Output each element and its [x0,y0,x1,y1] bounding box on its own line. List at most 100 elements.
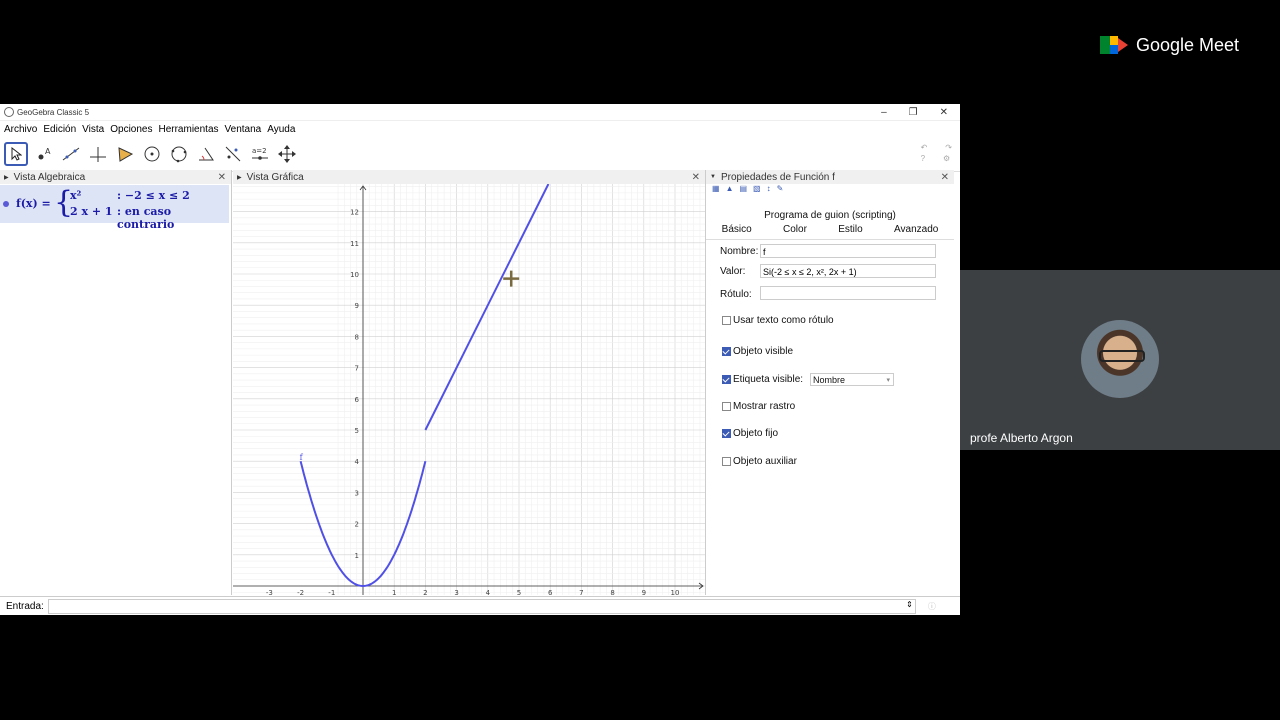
x-tick-label: -2 [297,589,304,595]
move-tool-button[interactable] [4,142,28,166]
checkbox-objeto-auxiliar[interactable]: Objeto auxiliar [722,456,797,467]
window-title: GeoGebra Classic 5 [17,107,90,117]
menu-ventana[interactable]: Ventana [225,124,262,135]
input-bar-field[interactable] [47,599,916,614]
checkbox-label: Objeto fijo [733,428,779,439]
menu-herramientas[interactable]: Herramientas [158,124,218,135]
slider-tool-label: a=2 [252,147,267,155]
graphics-settings-icon[interactable]: ▦ [712,184,720,196]
participant-avatar [1081,320,1159,398]
menu-bar: Archivo Edición Vista Opciones Herramien… [0,121,960,137]
menu-vista[interactable]: Vista [82,124,104,135]
cursor-arrow-icon [11,147,22,161]
reflect-tool-button[interactable] [222,143,244,165]
advanced-icon[interactable]: ✎ [777,184,784,196]
x-tick-label: -1 [328,589,335,595]
etiqueta-select[interactable]: Nombre [810,373,895,387]
objects-icon[interactable]: ▲ [726,184,734,196]
circle-tool-button[interactable] [141,143,163,165]
undo-icon[interactable]: ↶ [921,143,928,152]
function-label: f [300,453,304,462]
x-tick-label: 4 [486,589,491,595]
tab-avanzado[interactable]: Avanzado [894,224,938,235]
y-tick-label: 6 [355,396,360,404]
checkbox-objeto-visible[interactable]: Objeto visible [722,346,793,357]
tab-estilo[interactable]: Estilo [838,224,862,235]
y-tick-label: 5 [355,427,359,435]
nombre-field[interactable]: f [760,244,936,258]
tab-scripting[interactable]: Programa de guion (scripting) [706,210,954,221]
spreadsheet-icon[interactable]: ▤ [739,184,747,196]
menu-edicion[interactable]: Edición [43,124,76,135]
collapse-triangle-icon[interactable]: ▼ [710,174,716,180]
y-tick-label: 7 [355,365,359,373]
visibility-dot-icon[interactable] [3,201,9,207]
properties-title: Propiedades de Función f [720,171,835,183]
point-tool-button[interactable]: A [33,143,55,165]
settings-gear-icon[interactable]: ⚙ [943,154,950,163]
close-graphics-view-icon[interactable]: ✕ [692,172,700,183]
checkbox-mostrar-rastro[interactable]: Mostrar rastro [722,401,795,412]
x-tick-label: -3 [266,589,273,595]
rotulo-label: Rótulo: [720,289,752,300]
angle-icon [199,147,214,161]
checkbox-box[interactable] [722,429,731,438]
function-lhs: f(x) = [16,197,51,210]
checkbox-box[interactable] [722,457,731,466]
checkbox-box[interactable] [722,375,731,384]
collapse-triangle-icon[interactable]: ▶ [4,174,9,181]
menu-opciones[interactable]: Opciones [110,124,152,135]
graph-svg[interactable]: -3 -2 -1 1 2 3 4 5 6 7 8 9 10123456789101112f [233,183,705,597]
graphics-view-header: ▶ Vista Gráfica ✕ [233,170,705,184]
tab-basico[interactable]: Básico [722,224,752,235]
checkbox-usar-texto[interactable]: Usar texto como rótulo [722,315,834,326]
graphics-view-title: Vista Gráfica [246,171,304,183]
menu-ayuda[interactable]: Ayuda [267,124,295,135]
maximize-button[interactable]: ❐ [909,107,918,118]
menu-archivo[interactable]: Archivo [4,124,37,135]
input-bar-label: Entrada: [6,601,44,612]
layout-icon[interactable]: ▧ [753,184,761,196]
x-tick-label: 7 [579,589,583,595]
circle-three-points-tool-button[interactable] [168,143,190,165]
defaults-icon[interactable]: ↕ [767,184,771,196]
x-tick-label: 10 [671,589,680,595]
input-help-icon[interactable]: ⓘ [928,601,936,612]
algebra-view-title: Vista Algebraica [13,171,86,183]
y-tick-label: 2 [355,521,359,529]
redo-icon[interactable]: ↷ [945,143,952,152]
valor-field[interactable]: Si(-2 ≤ x ≤ 2, x², 2x + 1) [760,264,936,278]
y-tick-label: 12 [350,209,359,217]
checkbox-box[interactable] [722,402,731,411]
checkbox-box[interactable] [722,316,731,325]
properties-header: ▼ Propiedades de Función f ✕ [706,170,954,184]
polygon-tool-button[interactable] [114,143,136,165]
x-tick-label: 8 [610,589,614,595]
slider-tool-button[interactable]: a=2 [249,143,271,165]
move-view-tool-button[interactable] [276,143,298,165]
window-titlebar: GeoGebra Classic 5 – ❐ ✕ [0,104,960,121]
graph-canvas[interactable]: -3 -2 -1 1 2 3 4 5 6 7 8 9 10 1 2 3 4 5 6 7 8 9 10 11 12 f [233,183,705,597]
perpendicular-icon [90,147,106,162]
angle-tool-button[interactable] [195,143,217,165]
collapse-triangle-icon[interactable]: ▶ [237,174,242,181]
close-button[interactable]: ✕ [940,107,948,118]
checkbox-etiqueta-visible[interactable]: Etiqueta visible: Nombre [722,373,895,387]
help-icon[interactable]: ? [921,154,925,163]
x-tick-label: 5 [517,589,521,595]
checkbox-box[interactable] [722,347,731,356]
rotulo-field[interactable] [760,286,936,300]
perpendicular-tool-button[interactable] [87,143,109,165]
y-tick-label: 4 [355,458,360,466]
close-properties-icon[interactable]: ✕ [941,172,949,183]
participant-tile[interactable]: profe Alberto Argon [960,270,1280,450]
algebra-function-row[interactable]: f(x) = { x² : −2 ≤ x ≤ 2 2 x + 1 : en ca… [0,185,229,231]
minimize-button[interactable]: – [881,107,887,118]
y-tick-label: 8 [355,333,359,341]
case2-expression: 2 x + 1 [70,205,113,218]
tab-color[interactable]: Color [783,224,807,235]
close-algebra-view-icon[interactable]: ✕ [218,172,226,183]
checkbox-objeto-fijo[interactable]: Objeto fijo [722,428,778,439]
geogebra-window: GeoGebra Classic 5 – ❐ ✕ Archivo Edición… [0,104,960,615]
line-tool-button[interactable] [60,143,82,165]
